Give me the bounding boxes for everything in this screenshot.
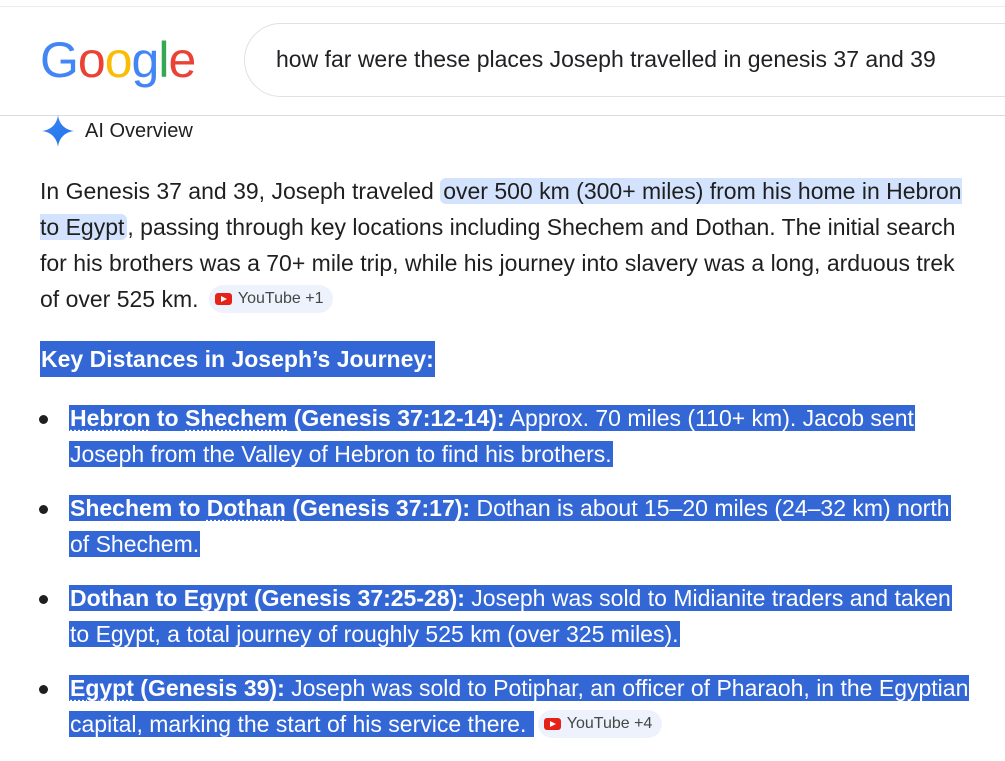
intro-text: In Genesis 37 and 39, Joseph traveled — [40, 178, 441, 204]
list-item: Shechem to Dothan (Genesis 37:17): Dotha… — [0, 490, 1005, 580]
reference-text: (Genesis 39): — [133, 675, 285, 701]
youtube-icon — [214, 293, 232, 305]
logo-letter: e — [168, 32, 196, 88]
overview-paragraph: In Genesis 37 and 39, Joseph traveled ov… — [40, 173, 980, 317]
place-link-egypt[interactable]: Egypt — [70, 675, 134, 701]
bullet-icon — [39, 685, 48, 694]
logo-letter: o — [77, 32, 106, 88]
bullet-icon — [39, 415, 48, 424]
distance-list: Hebron to Shechem (Genesis 37:12-14): Ap… — [0, 400, 1005, 760]
bullet-icon — [39, 505, 48, 514]
source-chip-label: YouTube +1 — [237, 290, 324, 307]
place-link-shechem[interactable]: Shechem — [185, 405, 287, 431]
list-item: Egypt (Genesis 39): Joseph was sold to P… — [0, 670, 1005, 760]
reference-text: (Genesis 37:17): — [285, 495, 471, 521]
youtube-icon — [543, 718, 561, 730]
logo-letter: l — [158, 32, 169, 88]
place-link-hebron[interactable]: Hebron — [70, 405, 151, 431]
search-input[interactable]: how far were these places Joseph travell… — [276, 46, 936, 73]
source-chip[interactable]: YouTube +1 — [208, 285, 334, 313]
connector-text: to — [172, 495, 207, 521]
list-item: Hebron to Shechem (Genesis 37:12-14): Ap… — [0, 400, 1005, 490]
list-item: Dothan to Egypt (Genesis 37:25-28): Jose… — [0, 580, 1005, 670]
search-box[interactable]: how far were these places Joseph travell… — [244, 23, 1005, 97]
reference-text: (Genesis 37:12-14): — [287, 405, 505, 431]
logo-letter: o — [104, 32, 133, 88]
place-text-shechem: Shechem — [70, 495, 173, 521]
section-heading: Key Distances in Joseph’s Journey: — [40, 341, 435, 377]
connector-text: to — [150, 405, 185, 431]
logo-letter: G — [40, 32, 79, 88]
bullet-icon — [39, 595, 48, 604]
item-title: Dothan to Egypt (Genesis 37:25-28): — [70, 585, 465, 611]
source-chip-label: YouTube +4 — [566, 715, 653, 732]
sparkle-icon — [42, 115, 74, 147]
ai-overview-header: AI Overview — [40, 115, 193, 147]
intro-text-continued: , passing through key locations includin… — [40, 214, 956, 312]
top-divider — [0, 6, 1005, 7]
ai-overview-title: AI Overview — [85, 119, 193, 142]
logo-letter: g — [131, 32, 160, 88]
google-logo[interactable]: Google — [40, 30, 196, 90]
place-link-dothan[interactable]: Dothan — [207, 495, 286, 521]
source-chip[interactable]: YouTube +4 — [537, 710, 663, 738]
